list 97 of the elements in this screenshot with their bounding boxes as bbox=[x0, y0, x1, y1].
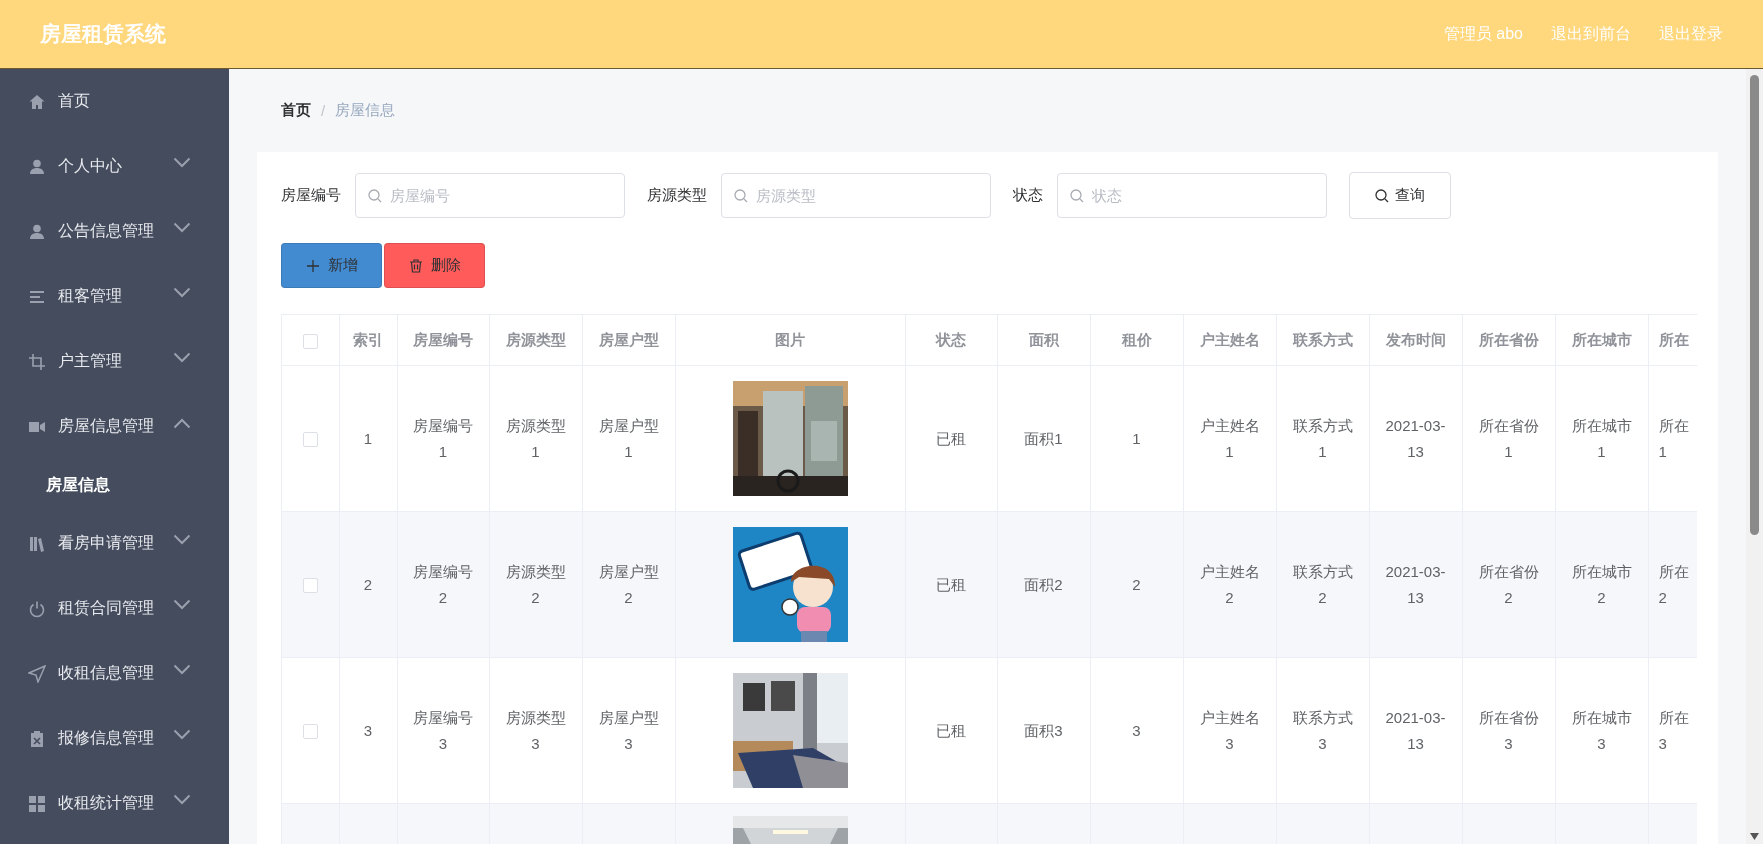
search-icon bbox=[1375, 188, 1389, 203]
table-cell: 面积1 bbox=[997, 365, 1090, 512]
table-cell: 所在省份1 bbox=[1462, 365, 1555, 512]
checkbox[interactable] bbox=[302, 724, 318, 740]
table-cell: 户主姓名3 bbox=[1183, 657, 1276, 804]
column-header: 索引 bbox=[339, 315, 397, 366]
checkbox[interactable] bbox=[302, 333, 318, 349]
menu-item[interactable]: 报修信息管理 bbox=[0, 706, 229, 771]
plus-icon bbox=[305, 258, 320, 273]
home-icon bbox=[28, 92, 46, 111]
column-header: 所在省份 bbox=[1462, 315, 1555, 366]
breadcrumb-separator: / bbox=[321, 102, 326, 119]
menu-item[interactable]: 公告信息管理 bbox=[0, 199, 229, 264]
table-cell: 联系方式1 bbox=[1276, 365, 1369, 512]
table-cell: 联系方式2 bbox=[1276, 511, 1369, 658]
table-cell: 已租 bbox=[905, 511, 997, 658]
column-header: 房源类型 bbox=[489, 315, 582, 366]
table-cell: 所在1 bbox=[1648, 365, 1697, 512]
crop-icon bbox=[28, 352, 46, 371]
table-cell: 面积3 bbox=[997, 657, 1090, 804]
menu-item[interactable]: 房屋信息管理 bbox=[0, 394, 229, 459]
table-cell: 所在省份2 bbox=[1462, 511, 1555, 658]
table-cell: 已租 bbox=[905, 365, 997, 512]
table-cell: 所在2 bbox=[1648, 511, 1697, 658]
table-cell: 联系方式3 bbox=[1276, 657, 1369, 804]
column-header: 发布时间 bbox=[1369, 315, 1462, 366]
table-cell: 2021-03-13 bbox=[1369, 511, 1462, 658]
menu-item[interactable]: 户主管理 bbox=[0, 329, 229, 394]
search-icon bbox=[1070, 189, 1084, 203]
table-cell: 2021-03-13 bbox=[1369, 657, 1462, 804]
column-header: 房屋户型 bbox=[582, 315, 675, 366]
column-header: 房屋编号 bbox=[397, 315, 489, 366]
table-cell: 房源类型2 bbox=[489, 511, 582, 658]
menu-item[interactable]: 租赁合同管理 bbox=[0, 576, 229, 641]
table-cell: 户主姓名1 bbox=[1183, 365, 1276, 512]
column-header: 图片 bbox=[675, 315, 905, 366]
field-label: 房屋编号 bbox=[281, 186, 341, 205]
table-cell: 房源类型3 bbox=[489, 657, 582, 804]
table-cell: 2 bbox=[1090, 511, 1183, 658]
table-cell: 3 bbox=[1090, 657, 1183, 804]
user-icon bbox=[28, 157, 46, 176]
table-cell: 2 bbox=[339, 511, 397, 658]
menu-item[interactable]: 收租统计管理 bbox=[0, 771, 229, 836]
column-header: 租价 bbox=[1090, 315, 1183, 366]
add-button[interactable]: 新增 bbox=[281, 243, 382, 288]
books-icon bbox=[28, 534, 46, 553]
search-field[interactable]: 房源类型 bbox=[721, 173, 991, 218]
clipboard-icon bbox=[28, 729, 46, 748]
table-cell: 房源类型1 bbox=[489, 365, 582, 512]
table-cell: 户主姓名2 bbox=[1183, 511, 1276, 658]
menu-item[interactable]: 看房申请管理 bbox=[0, 511, 229, 576]
submenu-item[interactable]: 房屋信息 bbox=[0, 459, 229, 511]
column-header: 所在 bbox=[1648, 315, 1697, 366]
trash-icon bbox=[408, 258, 423, 273]
breadcrumb-link[interactable]: 首页 bbox=[281, 101, 311, 120]
app-title: 房屋租赁系统 bbox=[40, 21, 166, 47]
table-cell: 2021-03-13 bbox=[1369, 365, 1462, 512]
checkbox[interactable] bbox=[302, 578, 318, 594]
search-icon bbox=[368, 189, 382, 203]
grid-icon bbox=[28, 794, 46, 813]
table-cell: 1 bbox=[1090, 365, 1183, 512]
table-cell: 房屋户型3 bbox=[582, 657, 675, 804]
table-cell: 1 bbox=[339, 365, 397, 512]
table-cell: 所在城市3 bbox=[1555, 657, 1648, 804]
table-cell: 所在省份3 bbox=[1462, 657, 1555, 804]
column-header: 联系方式 bbox=[1276, 315, 1369, 366]
table-cell: 已租 bbox=[905, 657, 997, 804]
table-cell: 房屋户型2 bbox=[582, 511, 675, 658]
search-button[interactable]: 查询 bbox=[1349, 172, 1451, 219]
table-cell: 房屋户型1 bbox=[582, 365, 675, 512]
table-cell: 房屋编号2 bbox=[397, 511, 489, 658]
scroll-bar[interactable] bbox=[1746, 69, 1763, 844]
table-cell: 面积2 bbox=[997, 511, 1090, 658]
field-label: 房源类型 bbox=[647, 186, 707, 205]
table-cell: 所在城市1 bbox=[1555, 365, 1648, 512]
table-cell: 3 bbox=[339, 657, 397, 804]
field-label: 状态 bbox=[1013, 186, 1043, 205]
checkbox[interactable] bbox=[302, 432, 318, 448]
table-cell: 房屋编号3 bbox=[397, 657, 489, 804]
search-icon bbox=[734, 189, 748, 203]
table-cell: 所在3 bbox=[1648, 657, 1697, 804]
search-field[interactable]: 房屋编号 bbox=[355, 173, 625, 218]
menu-item[interactable]: 首页 bbox=[0, 69, 229, 134]
menu-item[interactable]: 收租信息管理 bbox=[0, 641, 229, 706]
table-cell: 房屋编号1 bbox=[397, 365, 489, 512]
column-header: 户主姓名 bbox=[1183, 315, 1276, 366]
table-cell: 所在城市2 bbox=[1555, 511, 1648, 658]
user-icon bbox=[28, 222, 46, 241]
menu-item[interactable]: 租客管理 bbox=[0, 264, 229, 329]
search-field[interactable]: 状态 bbox=[1057, 173, 1327, 218]
menu-item[interactable]: 个人中心 bbox=[0, 134, 229, 199]
column-header: 状态 bbox=[905, 315, 997, 366]
column-header: 所在城市 bbox=[1555, 315, 1648, 366]
column-header: 面积 bbox=[997, 315, 1090, 366]
delete-button[interactable]: 删除 bbox=[384, 243, 485, 288]
send-icon bbox=[28, 664, 46, 683]
power-icon bbox=[28, 599, 46, 618]
